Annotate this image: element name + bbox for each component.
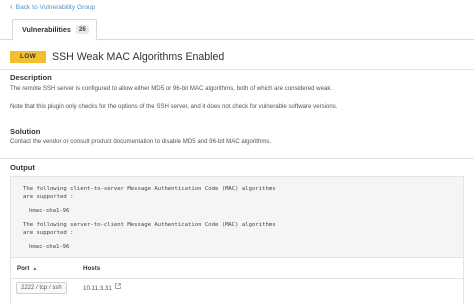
tab-vulnerabilities[interactable]: Vulnerabilities 26 xyxy=(12,19,97,41)
divider xyxy=(0,69,474,70)
description-text-line-2: Note that this plugin only checks for th… xyxy=(10,103,338,110)
sort-ascending-icon: ▲ xyxy=(32,265,38,272)
tab-label: Vulnerabilities xyxy=(22,25,71,34)
output-line: are supported : xyxy=(23,194,74,200)
external-link-icon[interactable] xyxy=(115,283,121,289)
port-cell: 2222 / tcp / ssh xyxy=(16,282,67,294)
port-header-label: Port xyxy=(17,265,30,272)
back-to-group-link[interactable]: ‹ Back to Vulnerability Group xyxy=(10,3,95,11)
divider xyxy=(11,278,463,279)
output-heading: Output xyxy=(10,163,35,172)
divider xyxy=(0,158,474,159)
solution-heading: Solution xyxy=(10,127,41,136)
vulnerability-title: SSH Weak MAC Algorithms Enabled xyxy=(52,51,225,63)
vulnerability-header: LOW SSH Weak MAC Algorithms Enabled xyxy=(10,51,224,63)
plugin-output-box: The following client-to-server Message A… xyxy=(10,176,464,258)
tab-count-badge: 26 xyxy=(75,25,89,34)
output-line: hmac-sha1-96 xyxy=(29,244,70,250)
host-address: 10.11.3.31 xyxy=(83,285,112,292)
description-heading: Description xyxy=(10,73,52,82)
hosts-column-header: Hosts xyxy=(83,265,100,272)
output-line: The following server-to-client Message A… xyxy=(23,222,276,228)
tab-bar: Vulnerabilities 26 xyxy=(0,16,474,41)
port-column-header[interactable]: Port ▲ xyxy=(17,265,37,272)
host-cell: 10.11.3.31 xyxy=(83,283,121,292)
back-link-label: Back to Vulnerability Group xyxy=(15,3,96,11)
output-line: are supported : xyxy=(23,230,74,236)
solution-text: Contact the vendor or consult product do… xyxy=(10,138,272,145)
description-text-line-1: The remote SSH server is configured to a… xyxy=(10,85,333,92)
output-line: The following client-to-server Message A… xyxy=(23,186,276,192)
hosts-header-label: Hosts xyxy=(83,265,101,272)
ports-hosts-table: Port ▲ Hosts 2222 / tcp / ssh 10.11.3.31 xyxy=(10,258,464,304)
chevron-left-icon: ‹ xyxy=(10,2,13,11)
output-line: hmac-sha1-96 xyxy=(29,208,70,214)
severity-badge: LOW xyxy=(10,51,46,63)
